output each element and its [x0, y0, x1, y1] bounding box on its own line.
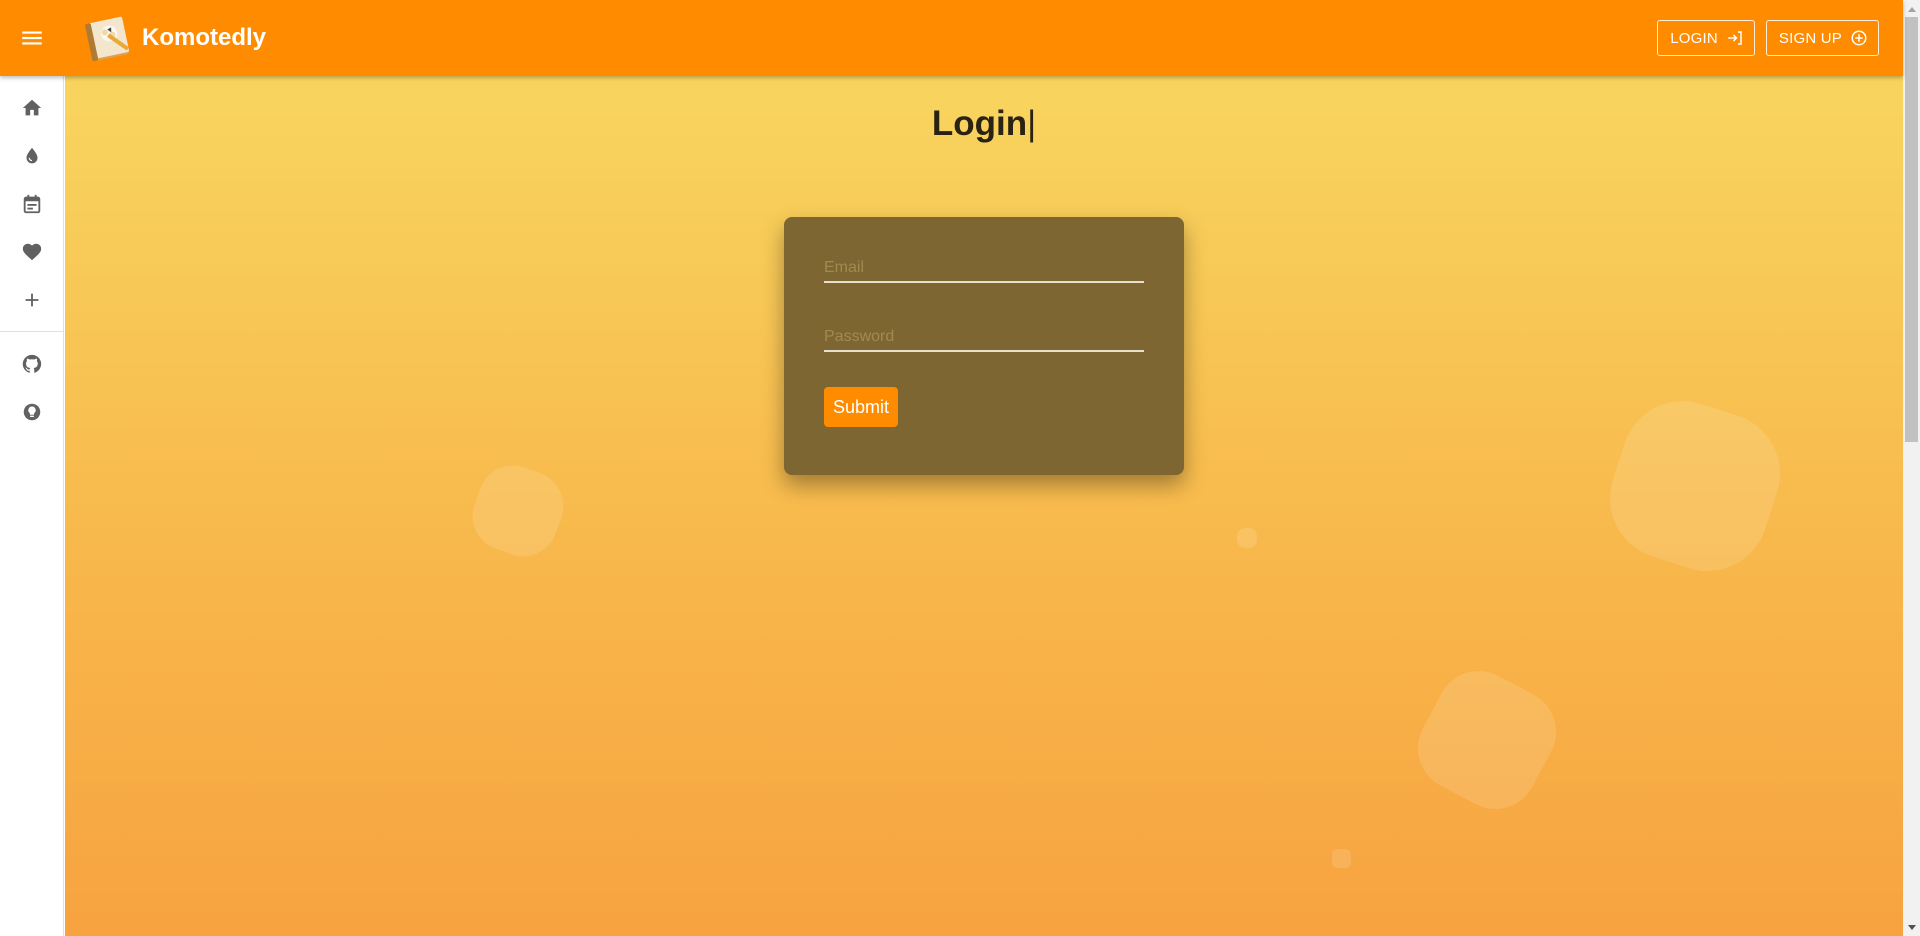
page-title-text: Login	[931, 104, 1028, 143]
signup-label: SIGN UP	[1778, 29, 1842, 47]
sidebar-item-drop[interactable]	[0, 132, 64, 180]
calendar-note-icon	[23, 194, 41, 214]
password-field-wrapper	[824, 316, 1144, 356]
scroll-thumb[interactable]	[1905, 17, 1918, 442]
email-field[interactable]	[824, 247, 1144, 283]
main-content: Login| Submit	[65, 76, 1903, 936]
email-field-wrapper	[824, 247, 1144, 287]
brand[interactable]: Komotedly	[80, 12, 266, 64]
auth-actions: LOGIN SIGN UP	[1657, 20, 1879, 56]
scroll-up-arrow[interactable]	[1903, 0, 1920, 17]
decorative-shape	[1403, 656, 1571, 824]
login-icon	[1728, 31, 1742, 45]
menu-icon	[22, 31, 42, 45]
decorative-shape	[1237, 528, 1257, 548]
add-circle-icon	[1851, 30, 1867, 46]
sidebar-item-home[interactable]	[0, 84, 64, 132]
water-drop-icon	[26, 147, 38, 164]
signup-button[interactable]: SIGN UP	[1765, 20, 1879, 56]
side-navigation	[0, 76, 64, 936]
scroll-down-arrow[interactable]	[1903, 919, 1920, 936]
app-name: Komotedly	[142, 24, 267, 51]
text-caret: |	[1027, 104, 1037, 143]
page-title: Login|	[65, 104, 1903, 144]
login-label: LOGIN	[1670, 29, 1718, 47]
decorative-shape	[1332, 849, 1351, 868]
login-button[interactable]: LOGIN	[1657, 20, 1755, 56]
password-field[interactable]	[824, 316, 1144, 352]
plus-icon	[25, 293, 39, 307]
page-scrollbar[interactable]	[1903, 0, 1920, 936]
sidebar-item-github[interactable]	[0, 340, 64, 388]
decorative-shape	[462, 455, 574, 567]
sidebar-item-favorites[interactable]	[0, 228, 64, 276]
decorative-shape	[1594, 385, 1796, 587]
heart-icon	[22, 243, 42, 261]
sidebar-item-calendar[interactable]	[0, 180, 64, 228]
lightbulb-icon	[23, 403, 41, 421]
notebook-logo-icon	[80, 12, 134, 64]
home-icon	[22, 99, 42, 116]
sidebar-item-add[interactable]	[0, 276, 64, 324]
menu-button[interactable]	[0, 0, 64, 76]
sidebar-item-theme[interactable]	[0, 388, 64, 436]
top-app-bar: Komotedly LOGIN SIGN UP	[0, 0, 1903, 76]
submit-button[interactable]: Submit	[824, 387, 899, 427]
rail-divider	[0, 331, 63, 332]
github-icon	[22, 354, 42, 373]
login-form: Submit	[784, 217, 1184, 475]
